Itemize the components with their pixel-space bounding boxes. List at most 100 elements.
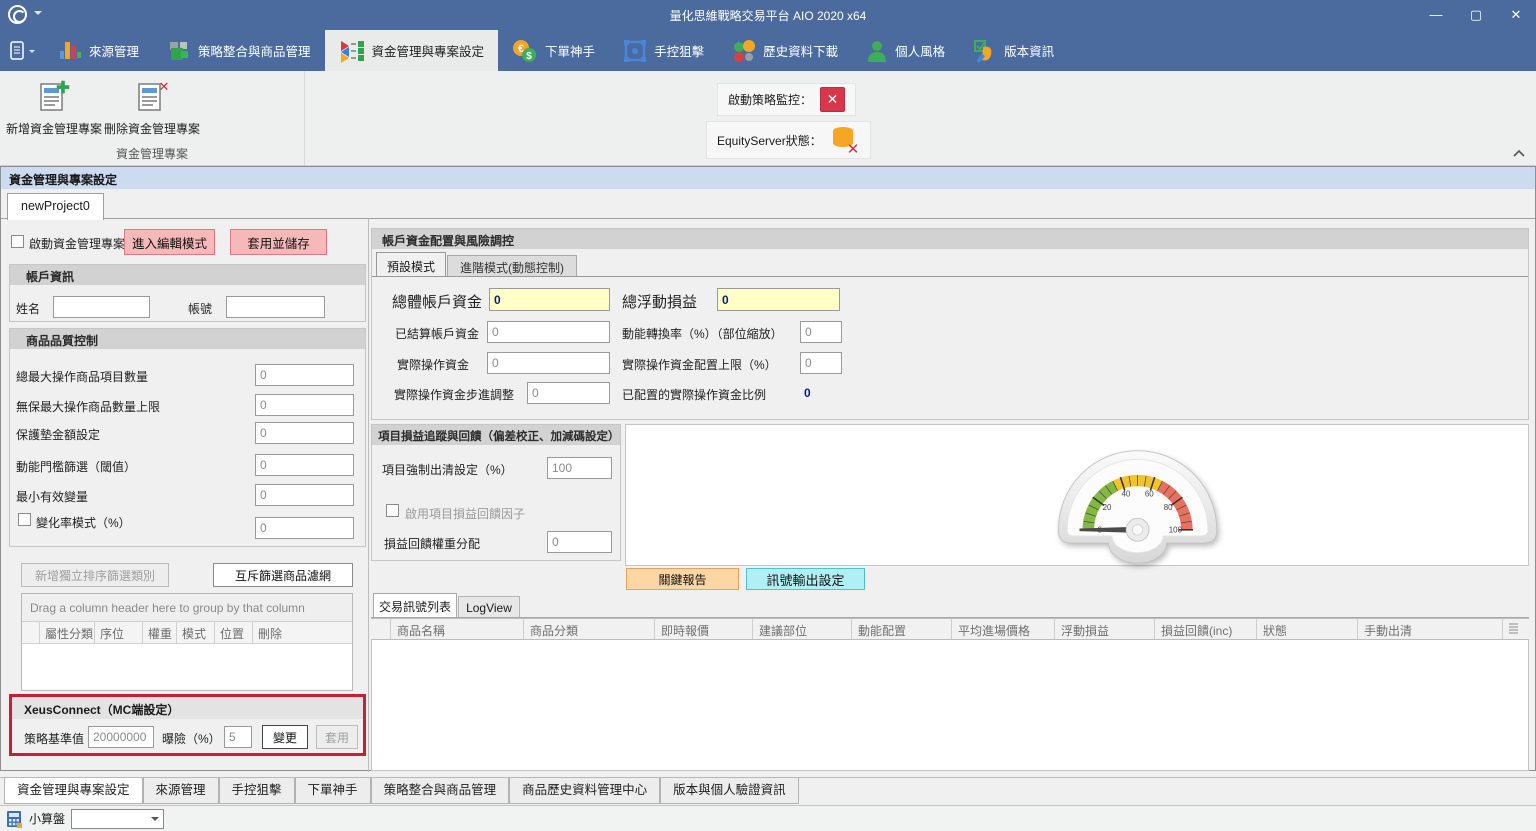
alloc-cap-input[interactable] [800,352,842,374]
coins-icon: € $ [512,39,538,63]
total-fund-input[interactable] [489,288,610,311]
bottom-tab-order[interactable]: 下單神手 [295,778,371,804]
mutex-filter-button[interactable]: 互斥篩選商品濾網 [213,563,353,587]
sig-col-avg-entry[interactable]: 平均進場價格 [952,619,1055,639]
grid-col-attribute[interactable]: 屬性分類 [40,622,95,643]
actual-fund-input[interactable] [487,352,610,374]
collapse-ribbon-icon[interactable] [1512,149,1526,161]
bottom-tab-version-auth[interactable]: 版本與個人驗證資訊 [660,778,799,804]
min-effective-input[interactable] [255,484,354,506]
ribbon-tab-bar: 來源管理 策略整合與商品管理 資金管理與專案設定 [0,30,1536,71]
alloc-cap-label: 實際操作資金配置上限（%） [622,356,777,373]
close-button[interactable]: ✕ [1496,0,1536,30]
risk-tab-divider [372,276,1528,277]
maximize-button[interactable]: ▢ [1456,0,1496,30]
risk-gauge-panel: 020406080100 [625,424,1529,566]
sig-col-pl-feedback[interactable]: 損益回饋(inc) [1155,619,1257,639]
window-title: 量化思維戰略交易平台 AIO 2020 x64 [0,7,1536,24]
bottom-tab-source[interactable]: 來源管理 [143,778,219,804]
feedback-weight-label: 損益回饋權重分配 [384,535,480,552]
name-input[interactable] [53,296,150,318]
sig-col-suggested-position[interactable]: 建議部位 [753,619,852,639]
apply-button[interactable]: 套用 [316,725,358,749]
grid-col-delete[interactable]: 刪除 [253,622,352,643]
sig-col-chooser[interactable] [1503,619,1529,639]
rate-mode-label: 變化率模式（%） [36,514,131,531]
ribbon-tab-source[interactable]: 來源管理 [44,30,153,71]
apply-save-button[interactable]: 套用並儲存 [230,229,327,255]
strategy-monitor-label: 啟動策略監控： [728,91,812,108]
alloc-ratio-label: 已配置的實際操作資金比例 [622,386,766,403]
strategy-monitor-toggle-button[interactable]: ✕ [820,87,845,112]
sig-col-quote[interactable]: 即時報價 [655,619,753,639]
grid-col-mode[interactable]: 模式 [177,622,215,643]
feedback-weight-input[interactable] [547,531,612,553]
fund-project-group: 新增資金管理專案 ✕ 刪除資金管理專案 資金管理專案 [0,71,305,165]
exposure-input[interactable] [224,726,252,748]
grid-col-order[interactable]: 序位 [95,622,143,643]
momentum-threshold-input[interactable] [255,454,354,476]
sig-col-manual-exit[interactable]: 手動出清 [1358,619,1503,639]
add-sort-filter-button[interactable]: 新增獨立排序篩選類別 [21,563,169,587]
ribbon-tab-manual-snipe[interactable]: 手控狙擊 [609,30,718,71]
grid-col-position[interactable]: 位置 [215,622,253,643]
sig-col-momentum-alloc[interactable]: 動能配置 [852,619,952,639]
tab-advanced-mode[interactable]: 進階模式(動態控制) [447,255,577,277]
svg-text:60: 60 [1145,489,1154,498]
tab-signal-list[interactable]: 交易訊號列表 [373,593,457,618]
main-panel: 資金管理與專案設定 newProject0 啟動資金管理專案 進入編輯模式 套用… [0,166,1536,771]
ribbon-body: 新增資金管理專案 ✕ 刪除資金管理專案 資金管理專案 啟動策略監控： ✕ Equ… [0,71,1536,166]
change-button[interactable]: 變更 [262,725,308,749]
bottom-tab-manual-snipe[interactable]: 手控狙擊 [219,778,295,804]
delete-fund-project-button[interactable]: ✕ 刪除資金管理專案 [102,79,202,137]
grid-col-weight[interactable]: 權重 [143,622,177,643]
signal-output-button[interactable]: 訊號輸出設定 [746,568,865,590]
account-input[interactable] [226,296,325,318]
bottom-tab-strategy[interactable]: 策略整合與商品管理 [371,778,510,804]
svg-text:✕: ✕ [846,141,859,155]
enable-project-checkbox[interactable] [11,235,24,248]
sig-col-name[interactable]: 商品名稱 [391,619,524,639]
bottom-tab-fund-settings[interactable]: 資金管理與專案設定 [4,778,143,804]
key-report-button[interactable]: 關鍵報告 [626,568,739,590]
alloc-ratio-value: 0 [804,386,811,400]
ribbon-tab-order[interactable]: € $ 下單神手 [498,30,609,71]
force-exit-input[interactable] [547,457,612,479]
tab-default-mode[interactable]: 預設模式 [376,252,446,277]
float-pl-label: 總浮動損益 [622,291,697,312]
ribbon-tab-personal-style[interactable]: 個人風格 [852,30,959,71]
uncovered-max-input[interactable] [255,394,354,416]
account-info-title: 帳戶資訊 [10,265,365,285]
xeus-connect-group: XeusConnect（MC端設定） 策略基準值 曝險（%） 變更 套用 [9,694,366,756]
strategy-base-input[interactable] [88,726,154,748]
ribbon-tab-strategy[interactable]: 策略整合與商品管理 [153,30,325,71]
signal-table-body[interactable] [371,640,1529,771]
edit-mode-button[interactable]: 進入編輯模式 [124,229,215,255]
vertical-splitter[interactable] [368,219,369,772]
tab-logview[interactable]: LogView [458,596,520,618]
sig-col-status[interactable]: 狀態 [1257,619,1358,639]
rate-mode-checkbox[interactable] [18,513,31,526]
step-adjust-input[interactable] [527,382,610,404]
rate-mode-input[interactable] [255,517,354,539]
ribbon-tab-fund-management[interactable]: 資金管理與專案設定 [325,30,499,71]
bottom-tab-history-center[interactable]: 商品歷史資料管理中心 [509,778,660,804]
protect-amount-input[interactable] [255,422,354,444]
calculator-combobox[interactable] [71,809,164,829]
sig-col-category[interactable]: 商品分類 [524,619,655,639]
sig-col-float-pl[interactable]: 浮動損益 [1055,619,1155,639]
ribbon-tab-history-download[interactable]: 歷史資料下載 [718,30,852,71]
float-pl-input[interactable] [717,288,840,311]
minimize-button[interactable]: — [1416,0,1456,30]
enable-feedback-checkbox[interactable] [386,504,399,517]
file-menu-button[interactable] [0,30,44,71]
momentum-rate-input[interactable] [800,321,842,343]
quality-control-title: 商品品質控制 [10,329,365,349]
project-tab-newproject0[interactable]: newProject0 [7,193,104,220]
max-items-input[interactable] [255,364,354,386]
database-status-icon[interactable]: ✕ [830,125,860,155]
file-menu-caret-icon [29,50,35,56]
ribbon-tab-version[interactable]: 版本資訊 [959,30,1068,71]
settled-fund-input[interactable] [487,321,610,343]
new-fund-project-button[interactable]: 新增資金管理專案 [4,79,104,137]
